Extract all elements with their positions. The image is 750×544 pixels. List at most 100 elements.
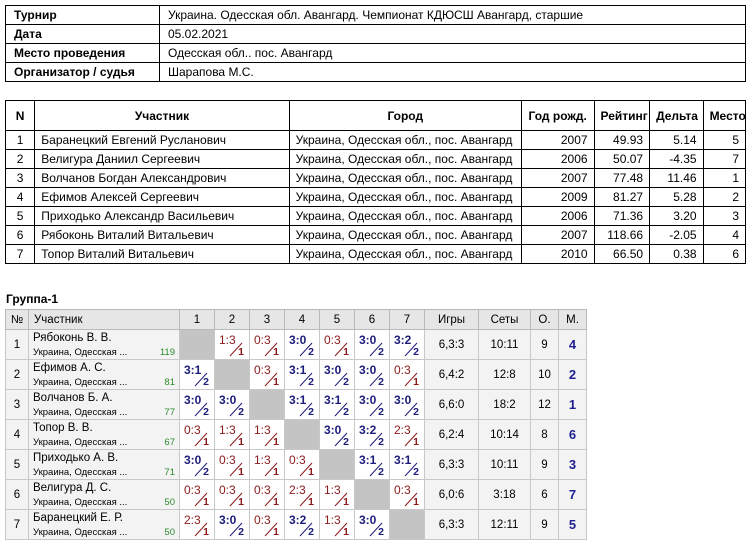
- match-score: 3:0: [219, 393, 237, 407]
- match-score: 3:2: [359, 423, 377, 437]
- match-result: 3:0 2: [180, 390, 214, 419]
- match-score: 1:3: [219, 333, 236, 347]
- group-header-col-2: 2: [214, 309, 250, 330]
- match-result: 2:3 1: [180, 510, 214, 539]
- group-row: 6 Велигура Д. С. Украина, Одесская ... 50 0:…: [5, 479, 587, 510]
- match-score: 2:3: [184, 513, 201, 527]
- info-key: Дата: [5, 24, 160, 44]
- match-score: 0:3: [394, 483, 411, 497]
- info-value: Украина. Одесская обл. Авангард. Чемпион…: [159, 5, 746, 25]
- match-result: 1:3 1: [215, 330, 249, 359]
- group-header-col-3: 3: [249, 309, 285, 330]
- col-header-city: Город: [288, 100, 522, 131]
- participant-rating: 50.07: [593, 149, 651, 169]
- match-points: 1: [203, 526, 209, 538]
- group-games: 6,6:0: [424, 389, 479, 420]
- participant-place: 4: [702, 225, 747, 245]
- match-result: 3:1 2: [320, 390, 354, 419]
- match-result-cell: 3:0 2: [354, 329, 390, 360]
- match-points: 1: [203, 496, 209, 508]
- group-header-col-5: 5: [319, 309, 355, 330]
- group-place: 4: [558, 329, 587, 360]
- participant-year: 2007: [520, 168, 595, 188]
- match-result: 1:3 1: [250, 450, 284, 479]
- group-games: 6,2:4: [424, 419, 479, 450]
- match-result-cell: 0:3 1: [249, 359, 285, 390]
- match-score: 3:0: [324, 423, 342, 437]
- info-row: Дата 05.02.2021: [5, 24, 746, 44]
- group-header-sets: Сеты: [478, 309, 531, 330]
- group-header-col-4: 4: [284, 309, 320, 330]
- match-result: 1:3 1: [320, 480, 354, 509]
- match-points: 1: [238, 346, 244, 358]
- match-result: 2:3 1: [390, 420, 424, 449]
- participant-city: Украина, Одесская обл., пос. Авангард: [288, 149, 522, 169]
- group-sets: 10:11: [478, 449, 531, 480]
- player-name: Топор В. В.: [33, 422, 93, 434]
- match-points: 2: [308, 526, 314, 538]
- match-result: 0:3 1: [320, 330, 354, 359]
- match-score: 2:3: [289, 483, 306, 497]
- match-points: 2: [413, 346, 419, 358]
- match-points: 2: [413, 406, 419, 418]
- group-row-n: 4: [5, 419, 29, 450]
- participant-delta: 3.20: [649, 206, 704, 226]
- participant-n: 2: [4, 149, 36, 169]
- player-name: Волчанов Б. А.: [33, 392, 113, 404]
- self-match-cell: [179, 329, 215, 360]
- group-row: 7 Баранецкий Е. Р. Украина, Одесская ... 50…: [5, 509, 587, 540]
- match-result-cell: 1:3 1: [319, 509, 355, 540]
- match-result-cell: 2:3 1: [284, 479, 320, 510]
- group-place: 5: [558, 509, 587, 540]
- match-result-cell: 3:0 2: [179, 449, 215, 480]
- group-points: 9: [530, 329, 559, 360]
- info-key: Турнир: [5, 5, 160, 25]
- match-score: 1:3: [254, 423, 271, 437]
- participant-name: Волчанов Богдан Александрович: [34, 168, 290, 188]
- participant-delta: -2.05: [649, 225, 704, 245]
- match-score: 3:0: [359, 333, 377, 347]
- participant-city: Украина, Одесская обл., пос. Авангард: [288, 130, 522, 150]
- match-result: 3:2 2: [355, 420, 389, 449]
- player-city: Украина, Одесская ...: [33, 347, 128, 358]
- match-points: 1: [238, 436, 244, 448]
- group-header-col-6: 6: [354, 309, 390, 330]
- match-points: 1: [413, 376, 419, 388]
- info-key: Организатор / судья: [5, 62, 160, 82]
- info-key: Место проведения: [5, 43, 160, 63]
- match-result-cell: 2:3 1: [389, 419, 425, 450]
- group-row: 2 Ефимов А. С. Украина, Одесская ... 81 3:1 2…: [5, 359, 587, 390]
- group-points: 9: [530, 509, 559, 540]
- match-result-cell: 0:3 1: [284, 449, 320, 480]
- match-result-cell: 3:2 2: [389, 329, 425, 360]
- participant-n: 3: [4, 168, 36, 188]
- match-result: 3:0 2: [285, 330, 319, 359]
- player-rating: 77: [164, 407, 175, 418]
- participant-row: 1 Баранецкий Евгений Русланович Украина, О…: [4, 130, 747, 150]
- info-row: Организатор / судья Шарапова М.С.: [5, 62, 746, 82]
- match-result-cell: 3:0 2: [179, 389, 215, 420]
- match-result-cell: 0:3 1: [249, 509, 285, 540]
- participant-delta: 11.46: [649, 168, 704, 188]
- participant-year: 2007: [520, 225, 595, 245]
- group-place: 6: [558, 419, 587, 450]
- match-points: 2: [238, 406, 244, 418]
- group-sets: 18:2: [478, 389, 531, 420]
- match-points: 1: [343, 496, 349, 508]
- player-city: Украина, Одесская ...: [33, 407, 128, 418]
- group-player-cell: Баранецкий Е. Р. Украина, Одесская ... 50: [28, 509, 180, 540]
- match-result-cell: 3:1 2: [284, 389, 320, 420]
- match-score: 3:1: [184, 363, 202, 377]
- match-score: 3:0: [359, 363, 377, 377]
- group-header-col-1: 1: [179, 309, 215, 330]
- match-score: 0:3: [254, 483, 271, 497]
- group-games: 6,0:6: [424, 479, 479, 510]
- match-result: 3:0 2: [355, 390, 389, 419]
- group-points: 12: [530, 389, 559, 420]
- match-score: 3:1: [394, 453, 412, 467]
- match-result-cell: 3:0 2: [214, 509, 250, 540]
- match-score: 0:3: [254, 333, 271, 347]
- participant-delta: 0.38: [649, 244, 704, 264]
- group-points: 9: [530, 449, 559, 480]
- match-result: 3:1 2: [180, 360, 214, 389]
